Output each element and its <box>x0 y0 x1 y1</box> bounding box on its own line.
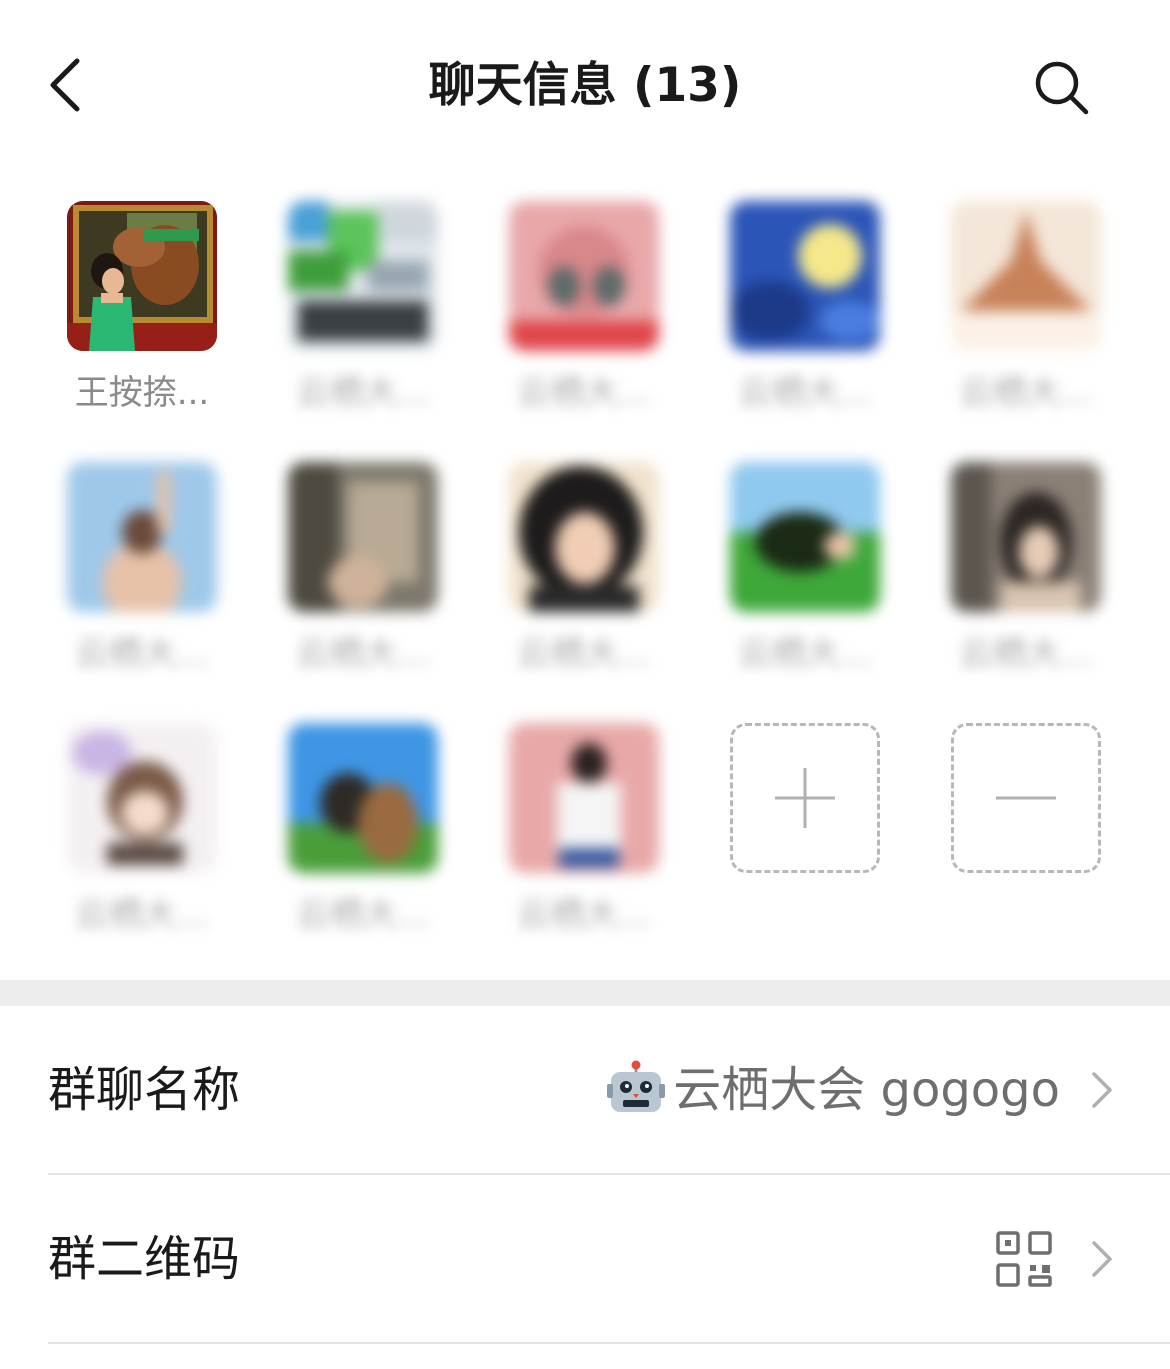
member-name: 云栖大... <box>295 895 431 935</box>
member-item[interactable]: 云栖大... <box>288 723 438 935</box>
member-name: 王按捺... <box>74 373 210 413</box>
member-name: 云栖大... <box>74 895 210 935</box>
member-item[interactable]: 云栖大... <box>951 462 1101 674</box>
member-item[interactable]: 云栖大... <box>730 201 880 413</box>
avatar <box>288 201 438 351</box>
chevron-right-icon <box>1092 1072 1112 1108</box>
divider <box>48 1342 1170 1344</box>
member-name: 云栖大... <box>295 634 431 674</box>
member-name: 云栖大... <box>958 373 1094 413</box>
avatar <box>951 462 1101 612</box>
avatar <box>509 462 659 612</box>
robot-icon <box>607 1060 666 1112</box>
member-name: 云栖大... <box>74 634 210 674</box>
group-qr-label: 群二维码 <box>48 1231 241 1287</box>
group-name-label: 群聊名称 <box>48 1062 241 1118</box>
group-name-text: 云栖大会 gogogo <box>673 1062 1060 1118</box>
member-name: 云栖大... <box>516 373 652 413</box>
avatar <box>288 723 438 873</box>
plus-icon <box>775 768 835 828</box>
avatar <box>730 462 880 612</box>
member-name: 云栖大... <box>737 373 873 413</box>
member-item[interactable]: 云栖大... <box>288 201 438 413</box>
remove-member-button[interactable] <box>951 723 1101 873</box>
avatar <box>67 462 217 612</box>
member-item[interactable]: 云栖大... <box>67 723 217 935</box>
member-item[interactable]: 云栖大... <box>509 723 659 935</box>
member-item[interactable]: 云栖大... <box>509 201 659 413</box>
member-item[interactable]: 王按捺... <box>67 201 217 413</box>
member-name: 云栖大... <box>737 634 873 674</box>
search-icon <box>1035 61 1089 115</box>
chevron-left-icon <box>50 58 80 112</box>
member-item[interactable]: 云栖大... <box>509 462 659 674</box>
add-member-button[interactable] <box>730 723 880 873</box>
member-name: 云栖大... <box>516 895 652 935</box>
avatar <box>509 723 659 873</box>
member-name: 云栖大... <box>958 634 1094 674</box>
group-qr-row[interactable]: 群二维码 <box>48 1175 1170 1343</box>
chevron-right-icon <box>1092 1241 1112 1277</box>
avatar <box>67 201 217 351</box>
member-item[interactable]: 云栖大... <box>67 462 217 674</box>
member-item[interactable]: 云栖大... <box>730 462 880 674</box>
avatar <box>951 201 1101 351</box>
avatar <box>509 201 659 351</box>
member-item[interactable]: 云栖大... <box>288 462 438 674</box>
group-name-value: 云栖大会 gogogo <box>607 1006 1060 1174</box>
members-panel: 聊天信息 (13) 王按捺... 云栖大... 云栖大... 云栖大... 云栖… <box>0 0 1170 980</box>
member-name: 云栖大... <box>295 373 431 413</box>
page-title: 聊天信息 (13) <box>428 58 742 113</box>
search-button[interactable] <box>1024 50 1100 126</box>
group-name-row[interactable]: 群聊名称 云栖大会 gogogo <box>48 1006 1170 1174</box>
avatar <box>288 462 438 612</box>
settings-section: 群聊名称 云栖大会 gogogo 群二维码 <box>0 1006 1170 1369</box>
member-name: 云栖大... <box>516 634 652 674</box>
avatar <box>730 201 880 351</box>
back-button[interactable] <box>30 50 100 120</box>
avatar <box>67 723 217 873</box>
member-item[interactable]: 云栖大... <box>951 201 1101 413</box>
minus-icon <box>996 796 1056 800</box>
qr-code-icon <box>996 1231 1052 1287</box>
